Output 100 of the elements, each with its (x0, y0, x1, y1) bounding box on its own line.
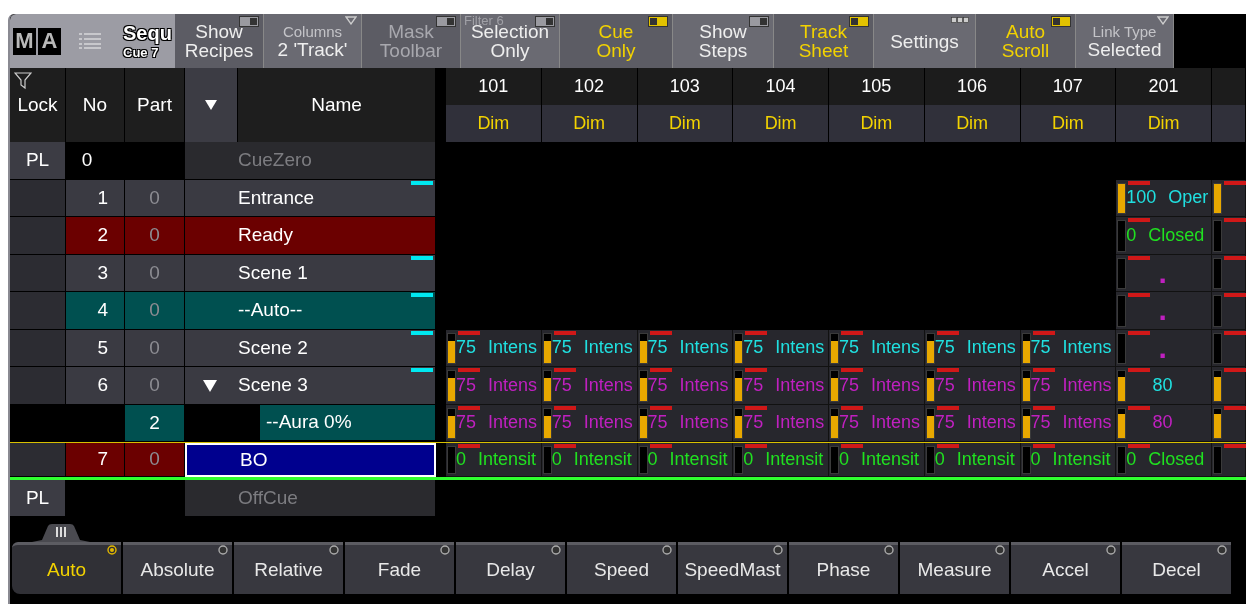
part-cell[interactable]: 0 (125, 217, 185, 255)
mode-button[interactable]: Fade (345, 542, 454, 594)
mode-button[interactable]: Auto (12, 542, 121, 594)
value-cell[interactable]: 75 Intens (637, 329, 734, 367)
change-mark (1128, 330, 1151, 335)
part-cell[interactable]: 0 (125, 443, 185, 477)
value-cell[interactable]: 0 Closed (1116, 443, 1212, 477)
attribute-header[interactable]: Dim (446, 105, 541, 142)
value-cell[interactable]: 0 Intensit (637, 443, 734, 477)
attribute-text: Intens (488, 412, 538, 434)
attribute-header[interactable]: Dim (1116, 105, 1211, 142)
value-cell[interactable] (1212, 179, 1246, 217)
change-mark (841, 444, 863, 448)
attribute-header[interactable]: Dim (637, 105, 733, 142)
attribute-header[interactable]: Dim (733, 105, 828, 142)
value-cell[interactable]: 0 Intensit (541, 443, 638, 477)
mode-button[interactable]: Decel (1122, 542, 1231, 594)
fixture-header[interactable]: 103 (637, 68, 733, 105)
value-cell[interactable]: 75 Intens (924, 329, 1021, 367)
value-text: 0 (1030, 448, 1041, 470)
cue-name-cell[interactable]: BO (185, 443, 436, 477)
value-cell[interactable]: 0 Intensit (733, 443, 829, 477)
fixture-header[interactable]: 104 (733, 68, 828, 105)
cue-name-cell[interactable]: --Aura 0% (260, 404, 436, 441)
value-cell[interactable]: 0 Intensit (829, 443, 925, 477)
value-cell[interactable] (1212, 404, 1246, 442)
value-cell[interactable]: 0 Intensit (446, 443, 542, 477)
value-cell[interactable]: 75 Intens (446, 329, 542, 367)
cue-number-cell[interactable]: 1 (66, 179, 125, 217)
mode-button[interactable]: Absolute (123, 542, 232, 594)
column-header[interactable]: Part (125, 68, 185, 142)
fixture-header[interactable]: 105 (829, 68, 924, 105)
fixture-header[interactable]: 101 (446, 68, 541, 105)
toggle-button[interactable]: Auto Scroll (976, 14, 1076, 68)
cue-number-cell[interactable]: 6 (66, 367, 125, 405)
cue-name-cell[interactable]: Entrance (185, 179, 436, 217)
mode-button[interactable]: Relative (234, 542, 343, 594)
value-cell[interactable] (1212, 329, 1246, 367)
change-mark (1032, 330, 1055, 335)
value-cell[interactable]: 75 Intens (541, 329, 638, 367)
fixture-header[interactable]: 106 (924, 68, 1020, 105)
value-cell[interactable]: 0 Intensit (1020, 443, 1117, 477)
cue-number-cell[interactable]: 7 (66, 443, 125, 477)
cue-name-cell[interactable]: --Auto-- (185, 292, 436, 330)
value-cell[interactable]: 0 Closed (1116, 217, 1212, 255)
attribute-header[interactable]: Dim (829, 105, 924, 142)
attribute-header[interactable]: Dim (541, 105, 637, 142)
value-cell[interactable] (1212, 443, 1246, 477)
column-header[interactable]: No (66, 68, 125, 142)
mode-button[interactable]: Speed (567, 542, 676, 594)
mode-button[interactable]: Accel (1011, 542, 1120, 594)
fixture-header[interactable]: 201 (1116, 68, 1211, 105)
value-cell[interactable]: 75 Intens (1020, 329, 1117, 367)
toggle-button[interactable]: Cue Only (560, 14, 673, 68)
change-mark (553, 330, 576, 335)
part-cell[interactable]: 2 (125, 404, 185, 442)
cue-name-cell[interactable]: Scene 2 (185, 329, 436, 367)
dropdown-value: Selected (1087, 40, 1162, 59)
value-text: . (1158, 300, 1167, 321)
cue-name: Scene 3 (238, 374, 308, 397)
mode-button[interactable]: Delay (456, 542, 565, 594)
cue-number-cell[interactable]: 4 (66, 292, 125, 330)
change-mark (649, 368, 672, 372)
cue-number-cell[interactable]: 5 (66, 329, 125, 367)
cue-name-cell[interactable]: Scene 1 (185, 254, 436, 292)
value-cell[interactable] (1212, 217, 1246, 255)
column-header[interactable]: Name (238, 68, 436, 142)
dropdown-button[interactable]: Link Type Selected (1076, 14, 1174, 68)
attribute-header[interactable]: Dim (1020, 105, 1116, 142)
radio-icon (1217, 545, 1227, 555)
cue-name-cell[interactable]: Ready (185, 217, 436, 255)
fixture-header[interactable]: 102 (541, 68, 637, 105)
mode-button[interactable]: Phase (789, 542, 898, 594)
settings-button[interactable]: Settings (874, 14, 976, 68)
value-cell[interactable]: 100 Oper (1116, 179, 1212, 217)
value-cell[interactable]: 80 (1116, 367, 1212, 405)
toggle-button[interactable]: Track Sheet (774, 14, 874, 68)
mode-button[interactable]: SpeedMast (678, 542, 787, 594)
toggle-button[interactable]: Show Steps (673, 14, 774, 68)
cue-number-cell[interactable]: 2 (66, 217, 125, 255)
mode-button[interactable]: Measure (900, 542, 1009, 594)
cue-number-cell[interactable]: 3 (66, 254, 125, 292)
toggle-button[interactable]: Show Recipes (175, 14, 264, 68)
dropdown-button[interactable]: Columns 2 'Track' (264, 14, 362, 68)
value-cell[interactable] (1212, 292, 1246, 330)
value-cell[interactable]: 0 Intensit (924, 443, 1021, 477)
column-header[interactable]: Lock (10, 68, 66, 142)
cue-name: --Auto-- (238, 299, 303, 322)
value-cell[interactable] (1212, 367, 1246, 405)
value-text: 75 (647, 337, 668, 359)
change-mark (1128, 255, 1151, 260)
value-cell[interactable] (1212, 254, 1246, 292)
value-cell[interactable]: 75 Intens (733, 329, 829, 367)
attribute-header[interactable]: Dim (924, 105, 1020, 142)
fixture-header[interactable]: 107 (1020, 68, 1116, 105)
value-cell[interactable]: 75 Intens (829, 329, 925, 367)
change-mark (458, 405, 480, 410)
attribute-text: Intensit (861, 448, 920, 470)
cue-name-cell[interactable]: Scene 3 (185, 367, 436, 405)
cue-name: CueZero (238, 149, 312, 172)
